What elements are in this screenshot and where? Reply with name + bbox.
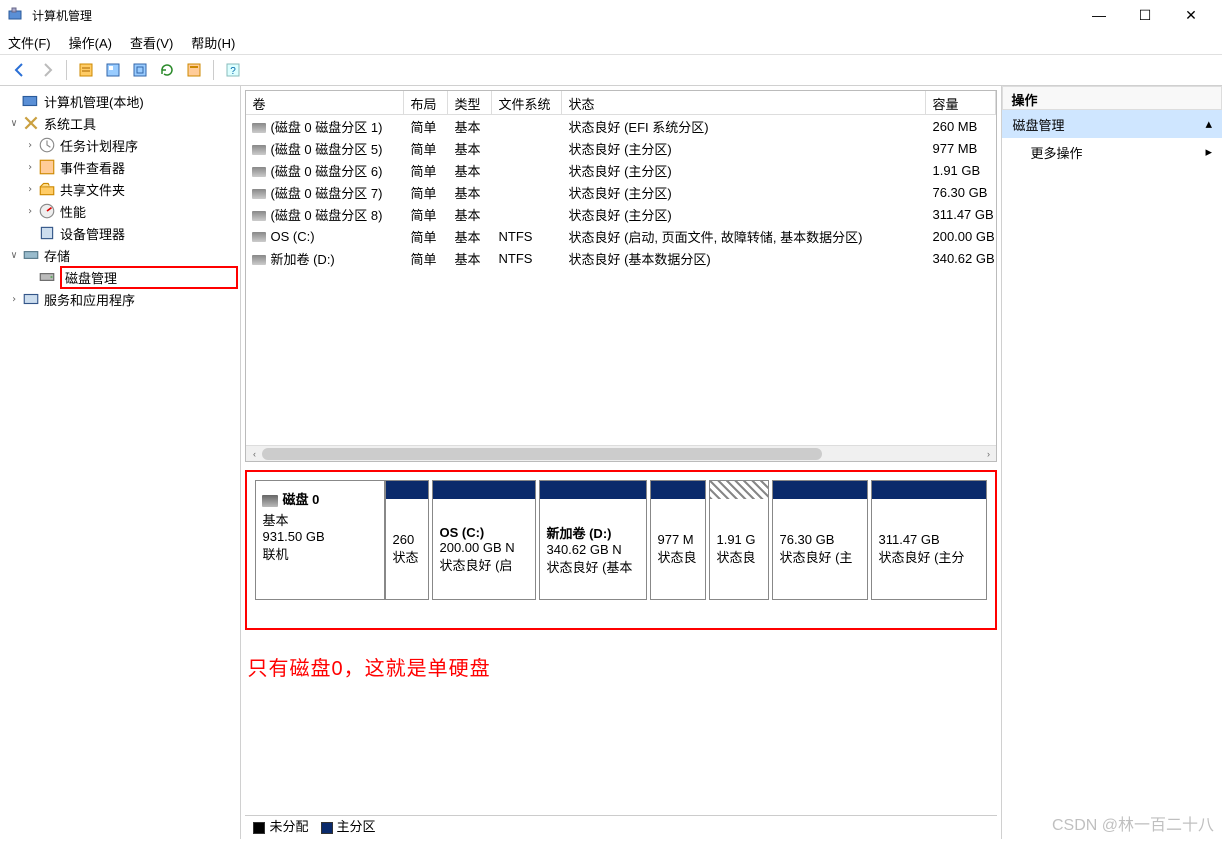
volumes-table: 卷 布局 类型 文件系统 状态 容量 (磁盘 0 磁盘分区 1)简单基本状态良好…: [245, 90, 997, 462]
volume-icon: [252, 255, 266, 265]
volume-row[interactable]: (磁盘 0 磁盘分区 8)简单基本状态良好 (主分区)311.47 GB: [246, 203, 996, 225]
disk-graphic: 磁盘 0 基本 931.50 GB 联机 260状态OS (C:)200.00 …: [245, 470, 997, 630]
tree-disk-management[interactable]: 磁盘管理: [2, 266, 238, 288]
toolbar: ?: [0, 54, 1222, 86]
scroll-right-icon[interactable]: ›: [980, 446, 996, 462]
scroll-left-icon[interactable]: ‹: [246, 446, 262, 462]
volume-icon: [252, 145, 266, 155]
menu-help[interactable]: 帮助(H): [191, 33, 235, 52]
tree-storage[interactable]: ∨存储: [2, 244, 238, 266]
partition[interactable]: 260状态: [385, 480, 429, 600]
tree-services-apps[interactable]: ›服务和应用程序: [2, 288, 238, 310]
col-type[interactable]: 类型: [448, 91, 492, 114]
volume-row[interactable]: (磁盘 0 磁盘分区 5)简单基本状态良好 (主分区)977 MB: [246, 137, 996, 159]
menu-bar: 文件(F) 操作(A) 查看(V) 帮助(H): [0, 30, 1222, 54]
volume-row[interactable]: (磁盘 0 磁盘分区 7)简单基本状态良好 (主分区)76.30 GB: [246, 181, 996, 203]
col-status[interactable]: 状态: [562, 91, 926, 114]
volume-icon: [252, 189, 266, 199]
help-button[interactable]: ?: [221, 58, 245, 82]
partition[interactable]: 新加卷 (D:)340.62 GB N状态良好 (基本: [539, 480, 647, 600]
tree-task-scheduler[interactable]: ›任务计划程序: [2, 134, 238, 156]
legend-primary: 主分区: [337, 819, 376, 834]
forward-button[interactable]: [35, 58, 59, 82]
main-content: 卷 布局 类型 文件系统 状态 容量 (磁盘 0 磁盘分区 1)简单基本状态良好…: [241, 86, 1002, 839]
partition[interactable]: 76.30 GB状态良好 (主: [772, 480, 868, 600]
toolbar-button-2[interactable]: [101, 58, 125, 82]
volume-row[interactable]: OS (C:)简单基本NTFS状态良好 (启动, 页面文件, 故障转储, 基本数…: [246, 225, 996, 247]
watermark: CSDN @林一百二十八: [1052, 811, 1214, 835]
tree-device-manager[interactable]: 设备管理器: [2, 222, 238, 244]
partition[interactable]: 1.91 G状态良: [709, 480, 769, 600]
menu-file[interactable]: 文件(F): [8, 33, 51, 52]
tree-performance[interactable]: ›性能: [2, 200, 238, 222]
volume-row[interactable]: (磁盘 0 磁盘分区 6)简单基本状态良好 (主分区)1.91 GB: [246, 159, 996, 181]
col-volume[interactable]: 卷: [246, 91, 404, 114]
actions-more[interactable]: 更多操作▸: [1002, 138, 1222, 166]
collapse-icon: ▴: [1205, 116, 1212, 132]
tree-panel: 计算机管理(本地) ∨系统工具 ›任务计划程序 ›事件查看器 ›共享文件夹 ›性…: [0, 86, 241, 839]
legend: 未分配 主分区: [245, 815, 997, 835]
volumes-header: 卷 布局 类型 文件系统 状态 容量: [246, 91, 996, 115]
tree-event-viewer[interactable]: ›事件查看器: [2, 156, 238, 178]
maximize-button[interactable]: ☐: [1122, 0, 1168, 30]
tree-shared-folders[interactable]: ›共享文件夹: [2, 178, 238, 200]
volume-icon: [252, 232, 266, 242]
volume-icon: [252, 211, 266, 221]
menu-action[interactable]: 操作(A): [69, 33, 112, 52]
disk-icon: [262, 495, 278, 507]
disk-label: 磁盘 0: [282, 492, 319, 507]
annotation-text: 只有磁盘0，这就是单硬盘: [245, 652, 997, 681]
disk-status: 联机: [262, 544, 378, 563]
col-layout[interactable]: 布局: [404, 91, 448, 114]
toolbar-button-4[interactable]: [182, 58, 206, 82]
partition[interactable]: 311.47 GB状态良好 (主分: [871, 480, 987, 600]
legend-primary-swatch: [321, 822, 333, 834]
legend-unallocated: 未分配: [269, 819, 308, 834]
toolbar-button-1[interactable]: [74, 58, 98, 82]
scrollbar-thumb[interactable]: [262, 448, 822, 460]
toolbar-button-3[interactable]: [128, 58, 152, 82]
disk-size: 931.50 GB: [262, 529, 378, 544]
partition[interactable]: 977 M状态良: [650, 480, 706, 600]
volume-icon: [252, 167, 266, 177]
disk-info[interactable]: 磁盘 0 基本 931.50 GB 联机: [255, 480, 385, 600]
actions-header: 操作: [1002, 86, 1222, 110]
actions-panel: 操作 磁盘管理▴ 更多操作▸: [1002, 86, 1222, 839]
col-filesystem[interactable]: 文件系统: [492, 91, 562, 114]
disk-type: 基本: [262, 510, 378, 529]
actions-disk-mgmt[interactable]: 磁盘管理▴: [1002, 110, 1222, 138]
refresh-button[interactable]: [155, 58, 179, 82]
svg-text:?: ?: [230, 66, 236, 77]
tree-system-tools[interactable]: ∨系统工具: [2, 112, 238, 134]
volume-icon: [252, 123, 266, 133]
submenu-icon: ▸: [1205, 144, 1212, 160]
col-capacity[interactable]: 容量: [926, 91, 996, 114]
volume-row[interactable]: (磁盘 0 磁盘分区 1)简单基本状态良好 (EFI 系统分区)260 MB: [246, 115, 996, 137]
app-icon: [8, 7, 24, 23]
minimize-button[interactable]: —: [1076, 0, 1122, 30]
menu-view[interactable]: 查看(V): [130, 33, 173, 52]
horizontal-scrollbar[interactable]: ‹ ›: [246, 445, 996, 461]
tree-root[interactable]: 计算机管理(本地): [2, 90, 238, 112]
window-titlebar: 计算机管理 — ☐ ✕: [0, 0, 1222, 30]
close-button[interactable]: ✕: [1168, 0, 1214, 30]
back-button[interactable]: [8, 58, 32, 82]
legend-unallocated-swatch: [253, 822, 265, 834]
window-title: 计算机管理: [32, 7, 1076, 24]
partition[interactable]: OS (C:)200.00 GB N状态良好 (启: [432, 480, 536, 600]
volume-row[interactable]: 新加卷 (D:)简单基本NTFS状态良好 (基本数据分区)340.62 GB: [246, 247, 996, 269]
